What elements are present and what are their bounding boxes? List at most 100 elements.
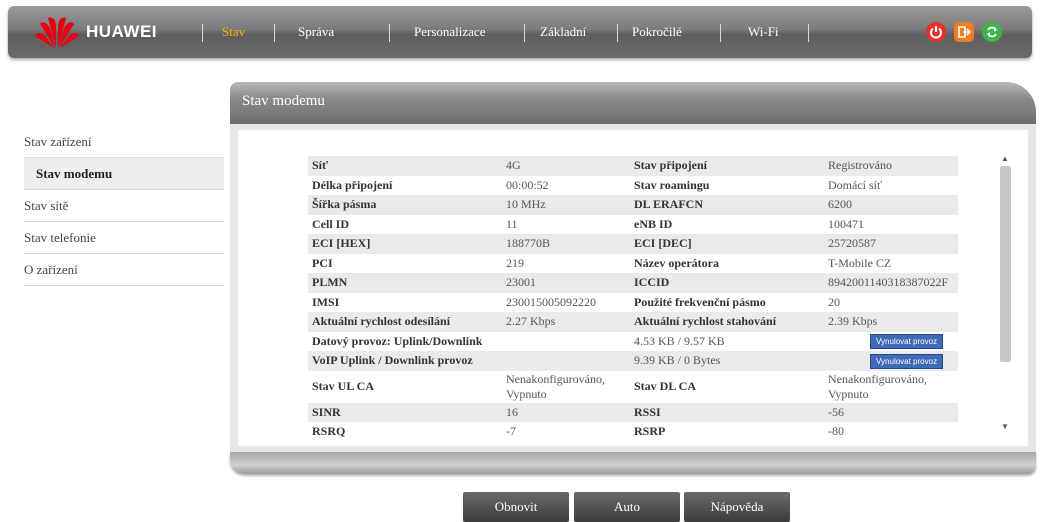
scroll-thumb[interactable] (1000, 166, 1011, 362)
table-row: Délka připojení 00:00:52 Stav roamingu Domá… (308, 175, 958, 195)
side-item-stav-modemu[interactable]: Stav modemu (24, 158, 224, 190)
row-value: -7 (502, 422, 630, 442)
row-value: 230015005092220 (502, 292, 630, 312)
row-value: 23001 (502, 273, 630, 293)
nav-divider (274, 24, 275, 42)
refresh-button[interactable]: Obnovit (463, 492, 569, 522)
scrollbar[interactable]: ▲ ▼ (998, 152, 1012, 432)
reset-traffic-button[interactable]: Vynulovat provoz (870, 334, 944, 350)
row-value: Nenakonfigurováno, Vypnuto (824, 370, 958, 403)
row-value: 16 (502, 402, 630, 422)
help-button[interactable]: Nápověda (684, 492, 790, 522)
nav-sprava[interactable]: Správa (298, 24, 334, 40)
row-label: ICCID (630, 273, 824, 293)
row-label: VoIP Uplink / Downlink provoz (308, 351, 502, 371)
nav-divider (202, 24, 203, 42)
row-label: ECI [HEX] (308, 234, 502, 254)
panel-footer (230, 452, 1036, 474)
table-row: Aktuální rychlost odesílání 2.27 Kbps Aktu… (308, 312, 958, 332)
power-icon[interactable] (926, 22, 946, 42)
nav-stav[interactable]: Stav (222, 24, 245, 40)
traffic-value: 4.53 KB / 9.57 KB (630, 331, 824, 351)
row-label: Použité frekvenční pásmo (630, 292, 824, 312)
table-row: PCI 219 Název operátora T-Mobile CZ (308, 253, 958, 273)
table-row: PLMN 23001 ICCID 8942001140318387022F (308, 273, 958, 293)
row-value: 2.39 Kbps (824, 312, 958, 332)
row-label: RSRP (630, 422, 824, 442)
row-label: Stav připojení (630, 156, 824, 176)
row-value: 188770B (502, 234, 630, 254)
row-value: 25720587 (824, 234, 958, 254)
reset-traffic-cell: Vynulovat provoz (824, 331, 958, 351)
row-label: Stav roamingu (630, 175, 824, 195)
row-value (502, 351, 630, 371)
traffic-value: 9.39 KB / 0 Bytes (630, 351, 824, 371)
row-value: 00:00:52 (502, 175, 630, 195)
row-label: Síť (308, 156, 502, 176)
row-label: SINR (308, 402, 502, 422)
table-row: Datový provoz: Uplink/Downlink 4.53 KB / … (308, 331, 958, 351)
huawei-logo[interactable]: HUAWEI (34, 14, 157, 50)
row-value: 20 (824, 292, 958, 312)
panel-frame: Síť 4G Stav připojení Registrováno Délka při… (230, 124, 1036, 452)
logout-icon[interactable] (954, 22, 974, 42)
table-row: Cell ID 11 eNB ID 100471 (308, 214, 958, 234)
nav-personalizace[interactable]: Personalizace (414, 24, 485, 40)
row-label: RSSI (630, 402, 824, 422)
huawei-logo-icon (35, 17, 79, 48)
row-label: IMSI (308, 292, 502, 312)
nav-zakladni[interactable]: Základní (540, 24, 586, 40)
top-navigation-bar: HUAWEI Stav Správa Personalizace Základn… (8, 6, 1032, 58)
panel-title: Stav modemu (242, 93, 325, 109)
row-label: Cell ID (308, 214, 502, 234)
row-value: 6200 (824, 195, 958, 215)
row-label: Aktuální rychlost stahování (630, 312, 824, 332)
side-item-stav-zarizeni[interactable]: Stav zařízení (24, 126, 224, 158)
row-value: 8942001140318387022F (824, 273, 958, 293)
row-value: 219 (502, 253, 630, 273)
row-label: Datový provoz: Uplink/Downlink (308, 331, 502, 351)
row-value: -56 (824, 402, 958, 422)
modem-status-table: Síť 4G Stav připojení Registrováno Délka při… (308, 156, 958, 442)
row-label: Šířka pásma (308, 195, 502, 215)
nav-pokrocile[interactable]: Pokročilé (632, 24, 682, 40)
panel-header: Stav modemu (230, 82, 1036, 124)
table-row: Stav UL CA Nenakonfigurováno, Vypnuto Stav… (308, 370, 958, 403)
side-menu: Stav zařízení Stav modemu Stav sítě Stav… (24, 126, 224, 286)
nav-divider (808, 24, 809, 42)
nav-divider (524, 24, 525, 42)
row-value: 2.27 Kbps (502, 312, 630, 332)
row-value: Domácí síť (824, 175, 958, 195)
scroll-up-arrow-icon[interactable]: ▲ (1001, 154, 1009, 163)
side-item-stav-telefonie[interactable]: Stav telefonie (24, 222, 224, 254)
reset-traffic-button[interactable]: Vynulovat provoz (870, 353, 944, 369)
row-label: DL ERAFCN (630, 195, 824, 215)
row-value: 10 MHz (502, 195, 630, 215)
side-item-o-zarizeni[interactable]: O zařízení (24, 254, 224, 286)
table-row: Šířka pásma 10 MHz DL ERAFCN 6200 (308, 195, 958, 215)
row-label: Délka připojení (308, 175, 502, 195)
table-row: RSRQ -7 RSRP -80 (308, 422, 958, 442)
table-row: ECI [HEX] 188770B ECI [DEC] 25720587 (308, 234, 958, 254)
nav-divider (389, 24, 390, 42)
row-value: T-Mobile CZ (824, 253, 958, 273)
nav-divider (720, 24, 721, 42)
row-label: PCI (308, 253, 502, 273)
row-value: -80 (824, 422, 958, 442)
refresh-icon[interactable] (982, 22, 1002, 42)
row-value: Nenakonfigurováno, Vypnuto (502, 370, 630, 403)
row-value (502, 331, 630, 351)
nav-wifi[interactable]: Wi-Fi (748, 24, 779, 40)
scroll-down-arrow-icon[interactable]: ▼ (1001, 422, 1009, 431)
row-value: 100471 (824, 214, 958, 234)
nav-divider (617, 24, 618, 42)
row-label: eNB ID (630, 214, 824, 234)
row-label: PLMN (308, 273, 502, 293)
auto-button[interactable]: Auto (574, 492, 680, 522)
reset-traffic-cell: Vynulovat provoz (824, 351, 958, 371)
row-label: Aktuální rychlost odesílání (308, 312, 502, 332)
logo-text: HUAWEI (86, 22, 157, 41)
row-label: Stav UL CA (308, 370, 502, 403)
table-row: VoIP Uplink / Downlink provoz 9.39 KB / 0… (308, 351, 958, 371)
side-item-stav-site[interactable]: Stav sítě (24, 190, 224, 222)
